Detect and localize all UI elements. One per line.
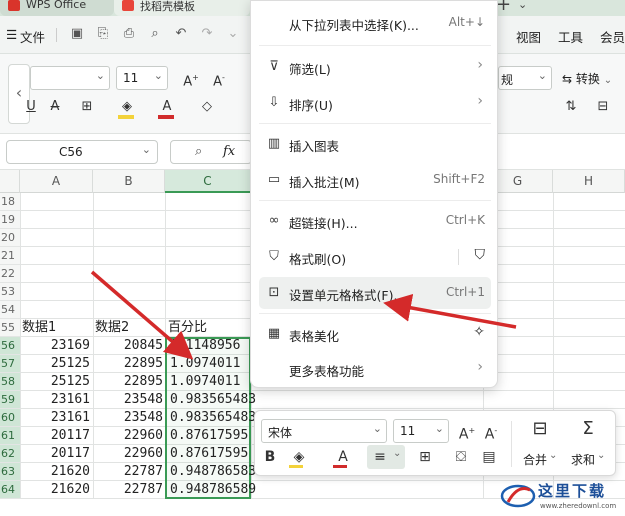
merge-button[interactable]: ⊟ 合并 ⌄ [517, 417, 563, 471]
chevron-down-icon: ⌄ [393, 448, 402, 459]
chevron-down-icon: ⌄ [597, 450, 606, 461]
chevron-down-icon: ⌄ [434, 422, 444, 435]
mini-font-size-select[interactable]: 11 ⌄ [393, 419, 449, 443]
merge-label: 合并 [523, 453, 548, 467]
merge-icon: ⊟ [532, 418, 548, 439]
highlight-swatch [289, 465, 303, 468]
border-icon[interactable]: ⊞ [415, 447, 435, 467]
decrease-font-icon[interactable]: A- [481, 421, 501, 445]
mini-toolbar: 宋体 ⌄ 11 ⌄ A+ A- B ◈ A ≡ ⌄ ⊞ ⛋ ▤ ⊟ 合并 ⌄ Σ… [254, 410, 616, 476]
watermark-name: 这里下载 [538, 482, 607, 500]
watermark: 这里下载 www.zheredownl.com [500, 478, 625, 516]
chevron-down-icon: ⌄ [372, 422, 382, 435]
font-color-swatch [333, 465, 347, 468]
align-center-icon: ≡ [374, 449, 386, 465]
increase-font-icon[interactable]: A+ [457, 421, 477, 445]
divider [511, 421, 512, 467]
align-center-button[interactable]: ≡ ⌄ [367, 445, 405, 469]
red-arrow-to-format-cells [383, 293, 517, 329]
bold-icon[interactable]: B [261, 447, 279, 467]
font-size-value: 11 [400, 424, 416, 438]
highlight-icon[interactable]: ◈ [285, 447, 313, 468]
format-icon[interactable]: ▤ [479, 447, 499, 467]
chevron-down-icon: ⌄ [549, 450, 558, 461]
watermark-url: www.zheredownl.com [540, 502, 617, 510]
sum-button[interactable]: Σ 求和 ⌄ [565, 417, 611, 471]
sum-label: 求和 [571, 453, 596, 467]
sum-icon: Σ [582, 418, 594, 439]
font-name-value: 宋体 [268, 426, 293, 440]
mini-font-color-icon[interactable]: A [329, 447, 357, 468]
watermark-logo-icon [500, 484, 536, 508]
mini-font-name-select[interactable]: 宋体 ⌄ [261, 419, 387, 443]
fill-bucket-icon[interactable]: ⛋ [451, 447, 471, 467]
